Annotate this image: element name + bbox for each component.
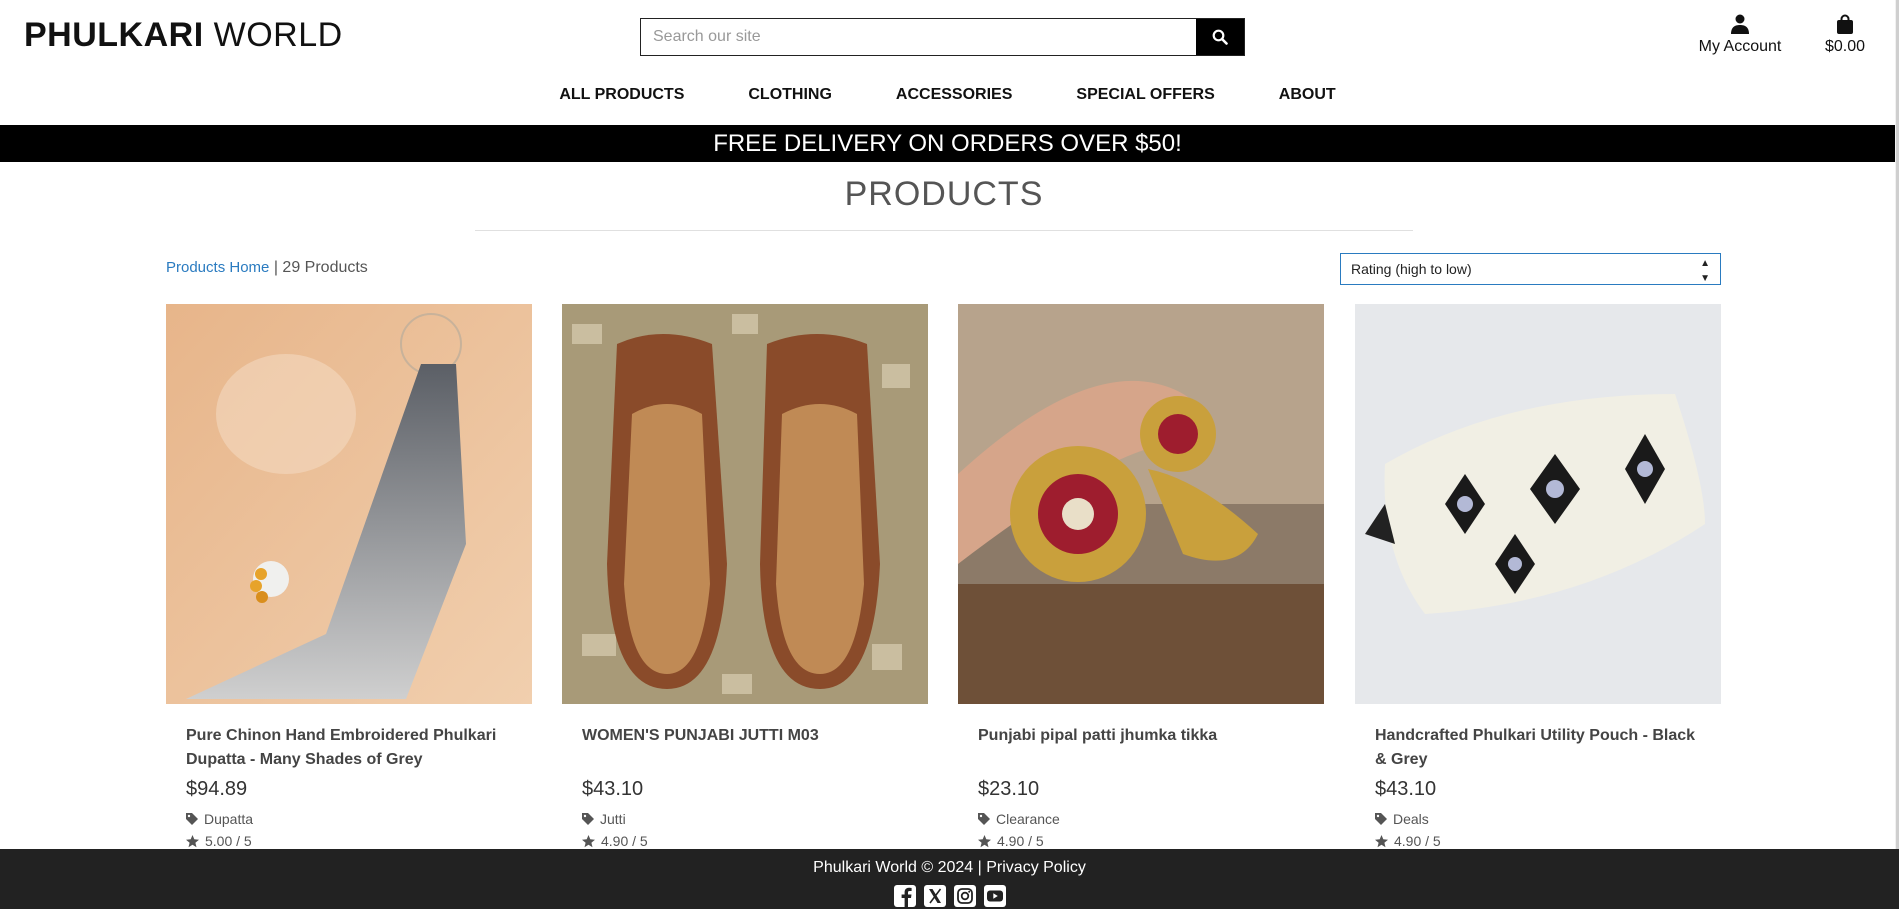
delivery-banner: FREE DELIVERY ON ORDERS OVER $50! — [0, 125, 1895, 162]
product-price: $43.10 — [582, 778, 644, 800]
star-icon — [582, 834, 595, 847]
nav-special-offers[interactable]: SPECIAL OFFERS — [1076, 86, 1214, 104]
tag-icon — [186, 813, 198, 825]
page-title: PRODUCTS — [844, 175, 1044, 213]
cart-total: $0.00 — [1824, 38, 1866, 55]
delivery-banner-text: FREE DELIVERY ON ORDERS OVER $50! — [713, 130, 1182, 157]
tag-icon — [582, 813, 594, 825]
product-rating-value: 4.90 / 5 — [1394, 833, 1441, 849]
site-logo[interactable]: PHULKARI WORLD — [24, 16, 343, 55]
product-category-label: Clearance — [996, 811, 1060, 827]
social-links — [0, 885, 1899, 912]
youtube-icon[interactable] — [983, 885, 1006, 912]
product-card[interactable]: Punjabi pipal patti jhumka tikka $23.10 … — [958, 304, 1324, 849]
breadcrumb-separator: | — [269, 259, 283, 276]
product-name[interactable]: Pure Chinon Hand Embroidered Phulkari Du… — [186, 724, 512, 772]
x-twitter-icon[interactable] — [923, 885, 946, 912]
product-card[interactable]: Handcrafted Phulkari Utility Pouch - Bla… — [1355, 304, 1721, 849]
product-rating-value: 5.00 / 5 — [205, 833, 252, 849]
product-count: 29 Products — [282, 259, 368, 276]
my-account-link[interactable]: My Account — [1690, 14, 1790, 56]
product-image-dupatta[interactable] — [166, 304, 532, 704]
logo-bold-text: PHULKARI — [24, 16, 204, 54]
product-category[interactable]: Dupatta — [186, 811, 512, 827]
product-price: $43.10 — [1375, 778, 1437, 800]
nav-all-products[interactable]: ALL PRODUCTS — [559, 86, 684, 104]
product-rating: 4.90 / 5 — [1375, 833, 1701, 849]
nav-accessories[interactable]: ACCESSORIES — [896, 86, 1012, 104]
product-price: $94.89 — [186, 778, 248, 800]
footer: Phulkari World © 2024 | Privacy Policy — [0, 849, 1899, 909]
title-divider — [475, 230, 1413, 231]
product-image-jhumka-tikka[interactable] — [958, 304, 1324, 704]
tag-icon — [978, 813, 990, 825]
nav-about[interactable]: ABOUT — [1279, 86, 1336, 104]
search-bar — [640, 18, 1245, 56]
product-rating-value: 4.90 / 5 — [601, 833, 648, 849]
product-image-jutti[interactable] — [562, 304, 928, 704]
copyright-text: Phulkari World © 2024 | — [813, 859, 987, 876]
product-card[interactable]: Pure Chinon Hand Embroidered Phulkari Du… — [166, 304, 532, 849]
star-icon — [1375, 834, 1388, 847]
product-category[interactable]: Jutti — [582, 811, 908, 827]
footer-text: Phulkari World © 2024 | Privacy Policy — [0, 859, 1899, 877]
product-category[interactable]: Clearance — [978, 811, 1304, 827]
product-name[interactable]: Handcrafted Phulkari Utility Pouch - Bla… — [1375, 724, 1701, 772]
products-home-link[interactable]: Products Home — [166, 259, 269, 276]
search-input[interactable] — [641, 19, 1196, 55]
nav-clothing[interactable]: CLOTHING — [748, 86, 832, 104]
product-category-label: Deals — [1393, 811, 1429, 827]
facebook-icon[interactable] — [893, 885, 916, 912]
search-icon — [1212, 29, 1228, 45]
product-price: $23.10 — [978, 778, 1040, 800]
sort-select[interactable]: Rating (high to low) ▲ ▼ — [1340, 253, 1721, 285]
product-image-utility-pouch[interactable] — [1355, 304, 1721, 704]
star-icon — [978, 834, 991, 847]
privacy-policy-link[interactable]: Privacy Policy — [986, 859, 1086, 876]
search-button[interactable] — [1196, 19, 1244, 55]
tag-icon — [1375, 813, 1387, 825]
product-category-label: Dupatta — [204, 811, 254, 827]
product-name[interactable]: Punjabi pipal patti jhumka tikka — [978, 724, 1304, 772]
product-rating: 4.90 / 5 — [978, 833, 1304, 849]
product-category[interactable]: Deals — [1375, 811, 1701, 827]
product-rating-value: 4.90 / 5 — [997, 833, 1044, 849]
cart-link[interactable]: $0.00 — [1815, 14, 1875, 56]
product-rating: 5.00 / 5 — [186, 833, 512, 849]
star-icon — [186, 834, 199, 847]
breadcrumb: Products Home | 29 Products — [166, 259, 368, 277]
product-category-label: Jutti — [600, 811, 626, 827]
instagram-icon[interactable] — [953, 885, 976, 912]
sort-selected-value: Rating (high to low) — [1351, 261, 1472, 277]
product-name[interactable]: WOMEN'S PUNJABI JUTTI M03 — [582, 724, 908, 772]
product-card[interactable]: WOMEN'S PUNJABI JUTTI M03 $43.10 Jutti 4… — [562, 304, 928, 849]
my-account-label: My Account — [1698, 38, 1782, 55]
select-arrows-icon: ▲ ▼ — [1700, 258, 1710, 284]
product-rating: 4.90 / 5 — [582, 833, 908, 849]
logo-light-text: WORLD — [213, 16, 343, 54]
main-nav: ALL PRODUCTS CLOTHING ACCESSORIES SPECIA… — [0, 86, 1895, 104]
shopping-bag-icon — [1837, 14, 1853, 34]
user-icon — [1731, 14, 1749, 34]
